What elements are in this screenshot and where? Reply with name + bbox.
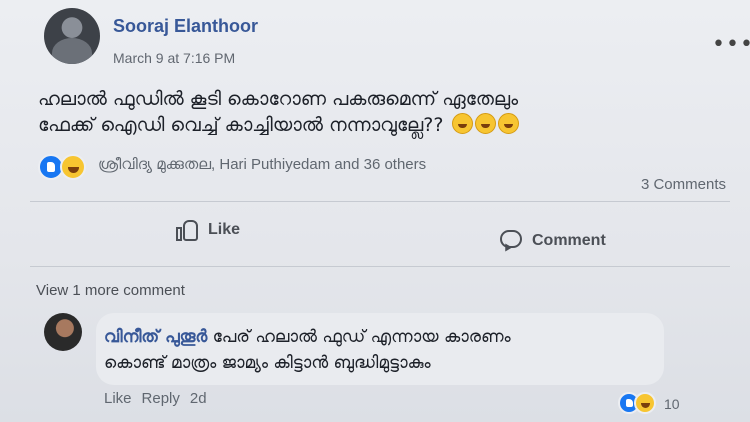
reactors-text[interactable]: ശ്രീവിദ്യ മുക്കുതല, Hari Puthiyedam and … [98, 156, 426, 173]
author-avatar[interactable] [44, 8, 100, 64]
comment-actions: Like Reply 2d [104, 390, 207, 407]
comment-text-line-1: പേര് ഹലാൽ ഫുഡ് എന്നായ കാരണം [212, 327, 511, 347]
post-text-line-2-text: ഫേക്ക് ഐഡി വെച്ച് കാച്ചിയാൽ നന്നാവുല്ലേ?… [38, 114, 444, 136]
post-text-line-1: ഹലാൽ ഫുഡിൽ കൂടി കൊറോണ പകരുമെന്ന് ഏതേലും [38, 88, 519, 110]
haha-reaction-icon [634, 392, 656, 414]
haha-reaction-icon [60, 154, 86, 180]
comment-age[interactable]: 2d [190, 390, 207, 407]
like-button[interactable]: Like [176, 218, 240, 242]
comment-reply-link[interactable]: Reply [142, 390, 180, 407]
comment-body: വിനീത് പുതൂർ പേര് ഹലാൽ ഫുഡ് എന്നായ കാരണം… [104, 324, 664, 376]
more-options-icon[interactable]: ••• [712, 34, 750, 56]
comment-bubble-icon [500, 230, 524, 252]
laughing-emoji-icon [474, 113, 496, 134]
comments-count-link[interactable]: 3 Comments [641, 176, 726, 193]
commenter-avatar[interactable] [44, 313, 82, 351]
reactions-summary[interactable]: ശ്രീവിദ്യ മുക്കുതല, Hari Puthiyedam and … [38, 152, 728, 193]
divider [30, 266, 730, 267]
comment-line-1: വിനീത് പുതൂർ പേര് ഹലാൽ ഫുഡ് എന്നായ കാരണം [104, 324, 664, 350]
like-button-label: Like [208, 221, 241, 238]
laughing-emoji-icon [497, 113, 519, 134]
laughing-emoji-icon [451, 113, 473, 134]
facebook-post: Sooraj Elanthoor March 9 at 7:16 PM ••• … [0, 0, 750, 422]
comment-text-line-2: കൊണ്ട് മാത്രം ജാമ്യം കിട്ടാൻ ബുദ്ധിമുട്ട… [104, 353, 431, 373]
post-text: ഹലാൽ ഫുഡിൽ കൂടി കൊറോണ പകരുമെന്ന് ഏതേലും … [38, 86, 698, 138]
comment-like-link[interactable]: Like [104, 390, 132, 407]
post-text-line-2: ഫേക്ക് ഐഡി വെച്ച് കാച്ചിയാൽ നന്നാവുല്ലേ?… [38, 112, 698, 138]
view-more-comments-link[interactable]: View 1 more comment [36, 282, 185, 299]
post-author-name[interactable]: Sooraj Elanthoor [113, 16, 258, 37]
comment-reaction-count[interactable]: 10 [664, 396, 680, 412]
comment-button-label: Comment [532, 232, 606, 249]
thumbs-up-icon [176, 218, 200, 242]
comment-author-name[interactable]: വിനീത് പുതൂർ [104, 327, 207, 347]
comment-button[interactable]: Comment [500, 230, 606, 252]
divider [30, 201, 730, 202]
post-timestamp[interactable]: March 9 at 7:16 PM [113, 50, 235, 66]
